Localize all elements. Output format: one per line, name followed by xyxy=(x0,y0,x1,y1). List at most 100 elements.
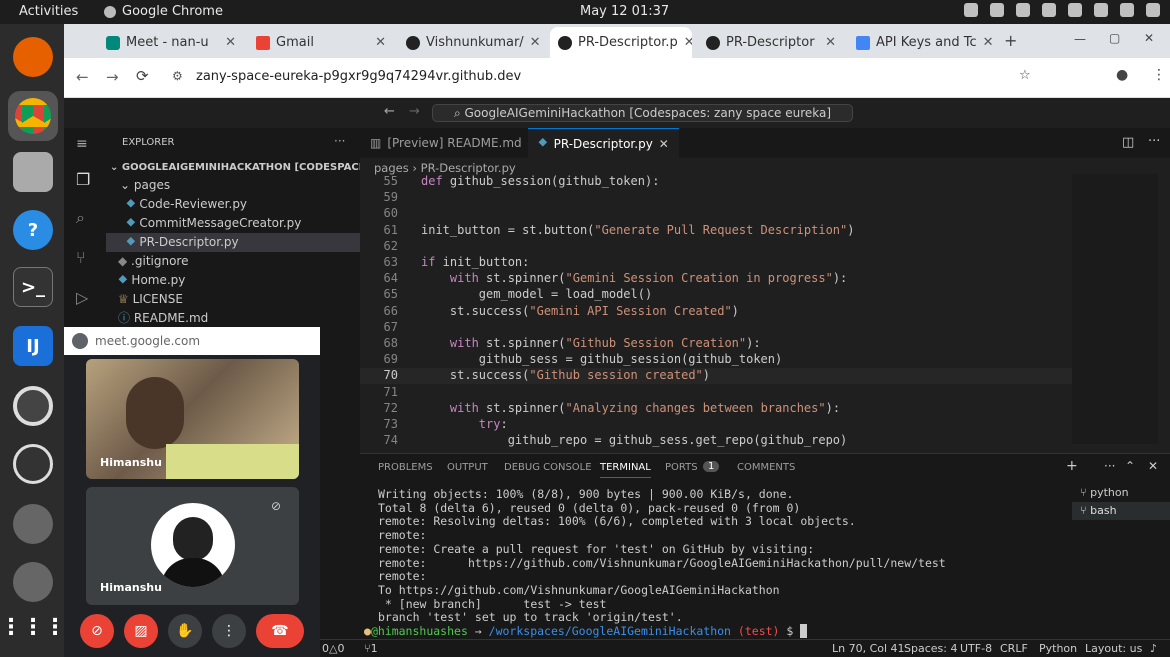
panel-tab-ports[interactable]: PORTS xyxy=(665,462,698,473)
code-line[interactable]: 66 st.success("Gemini API Session Create… xyxy=(360,304,1080,320)
code-line[interactable]: 61 init_button = st.button("Generate Pull… xyxy=(360,223,1080,239)
maximize-icon[interactable]: ▢ xyxy=(1109,31,1120,45)
site-info-icon[interactable]: ⚙ xyxy=(172,69,183,83)
nav-back-icon[interactable]: ← xyxy=(384,104,395,119)
screen-icon[interactable] xyxy=(1016,3,1030,17)
intellij-icon[interactable]: IJ xyxy=(13,326,53,366)
minimap[interactable] xyxy=(1072,174,1158,444)
participant-video-tile[interactable]: Himanshu xyxy=(86,359,299,479)
more-options-button[interactable]: ⋮ xyxy=(212,614,246,648)
maximize-panel-icon[interactable]: ⌃ xyxy=(1125,459,1135,473)
code-line[interactable]: 59 xyxy=(360,190,1080,206)
panel-tab-output[interactable]: OUTPUT xyxy=(447,462,488,473)
camera-toggle-button[interactable]: ▨ xyxy=(124,614,158,648)
reload-icon[interactable]: ⟳ xyxy=(136,67,149,85)
menu-icon[interactable]: ⋮ xyxy=(1152,67,1166,83)
code-line[interactable]: 64 with st.spinner("Gemini Session Creat… xyxy=(360,271,1080,287)
raise-hand-button[interactable]: ✋ xyxy=(168,614,202,648)
power-icon[interactable] xyxy=(1146,3,1160,17)
problems-status[interactable]: 0△0 xyxy=(322,642,344,655)
mic-toggle-button[interactable]: ⊘ xyxy=(80,614,114,648)
wifi-icon[interactable] xyxy=(1042,3,1056,17)
close-icon[interactable]: ✕ xyxy=(659,137,669,151)
source-control-icon[interactable]: ⑂ xyxy=(76,248,86,267)
new-terminal-icon[interactable]: + xyxy=(1066,458,1078,474)
nav-forward-icon[interactable]: → xyxy=(409,104,420,119)
close-panel-icon[interactable]: ✕ xyxy=(1148,459,1158,473)
browser-tab[interactable]: PR-Descriptor.p ✕ xyxy=(550,27,692,58)
firefox-icon[interactable] xyxy=(13,37,53,77)
clock[interactable]: May 12 01:37 xyxy=(580,4,669,19)
panel-tab-debug-console[interactable]: DEBUG CONSOLE xyxy=(504,462,592,473)
back-icon[interactable]: ← xyxy=(76,68,89,86)
browser-tab[interactable]: Gmail ✕ xyxy=(248,27,394,58)
chrome-dock-item[interactable] xyxy=(8,91,58,141)
cursor-position[interactable]: Ln 70, Col 41 xyxy=(832,642,905,655)
tree-file[interactable]: ⯁ Home.py xyxy=(106,271,360,290)
browser-tab[interactable]: Vishnunkumar/✕ xyxy=(398,27,548,58)
browser-tab[interactable]: PR-Descriptor ✕ xyxy=(698,27,844,58)
obs-icon[interactable] xyxy=(13,444,53,484)
close-icon[interactable]: ✕ xyxy=(825,35,836,50)
files-icon[interactable] xyxy=(13,152,53,192)
battery-icon[interactable] xyxy=(1120,3,1134,17)
forward-icon[interactable]: → xyxy=(106,68,119,86)
app-grid-icon[interactable]: ⋮⋮⋮ xyxy=(0,607,66,647)
code-line[interactable]: 74 github_repo = github_sess.get_repo(gi… xyxy=(360,433,1080,449)
leave-call-button[interactable]: ☎ xyxy=(256,614,304,648)
more-icon[interactable]: ··· xyxy=(1104,459,1115,473)
tree-file[interactable]: ⯁ CommitMessageCreator.py xyxy=(106,214,360,233)
language-mode[interactable]: Python xyxy=(1039,642,1077,655)
browser-tab[interactable]: API Keys and Tc ✕ xyxy=(848,27,998,58)
code-line[interactable]: 71 xyxy=(360,385,1080,401)
encoding[interactable]: UTF-8 xyxy=(960,642,992,655)
code-line[interactable]: 69 github_sess = github_session(github_t… xyxy=(360,352,1080,368)
explorer-icon[interactable]: ❐ xyxy=(76,170,90,189)
line-ending[interactable]: CRLF xyxy=(1000,642,1028,655)
code-line[interactable]: 65 gem_model = load_model() xyxy=(360,287,1080,303)
code-line[interactable]: 68 with st.spinner("Github Session Creat… xyxy=(360,336,1080,352)
command-center[interactable]: ⌕ GoogleAIGeminiHackathon [Codespaces: z… xyxy=(432,104,853,122)
close-icon[interactable]: ✕ xyxy=(225,35,236,50)
terminal-session[interactable]: ⑂ bash xyxy=(1072,502,1170,520)
code-line[interactable]: 67 xyxy=(360,320,1080,336)
panel-tab-terminal[interactable]: TERMINAL xyxy=(600,462,651,478)
ports-status[interactable]: ⑂1 xyxy=(364,642,378,655)
code-line[interactable]: 55 def github_session(github_token): xyxy=(360,174,1080,190)
address-bar[interactable]: zany-space-eureka-p9gxr9g9q74294vr.githu… xyxy=(196,69,521,84)
new-tab-icon[interactable]: + xyxy=(1004,31,1017,50)
keyboard-layout[interactable]: Layout: us xyxy=(1085,642,1142,655)
panel-tab-problems[interactable]: PROBLEMS xyxy=(378,462,433,473)
bookmark-icon[interactable]: ☆ xyxy=(1019,68,1031,83)
indentation[interactable]: Spaces: 4 xyxy=(904,642,957,655)
tree-file[interactable]: ⓘ README.md xyxy=(106,309,360,328)
help-icon[interactable]: ? xyxy=(13,210,53,250)
search-icon[interactable]: ⌕ xyxy=(76,208,85,228)
close-icon[interactable]: ✕ xyxy=(684,35,692,50)
volume-icon[interactable] xyxy=(1068,3,1082,17)
close-icon[interactable]: ✕ xyxy=(530,35,541,50)
tree-file[interactable]: ◆ .gitignore xyxy=(106,252,360,271)
code-line[interactable]: 60 xyxy=(360,206,1080,222)
system-tray[interactable] xyxy=(964,3,1160,17)
code-line[interactable]: 62 xyxy=(360,239,1080,255)
settings-icon[interactable] xyxy=(13,386,53,426)
code-line[interactable]: 70 st.success("Github session created") xyxy=(360,368,1080,385)
more-icon[interactable]: ··· xyxy=(334,134,345,148)
code-line[interactable]: 72 with st.spinner("Analyzing changes be… xyxy=(360,401,1080,417)
split-editor-icon[interactable]: ◫ xyxy=(1122,135,1134,150)
tree-file[interactable]: ⯁ Code-Reviewer.py xyxy=(106,195,360,214)
disk-icon[interactable] xyxy=(13,562,53,602)
terminal-prompt[interactable]: ●@himanshuashes → /workspaces/GoogleAIGe… xyxy=(364,624,808,638)
run-debug-icon[interactable]: ▷ xyxy=(76,288,88,307)
minimize-icon[interactable]: — xyxy=(1074,32,1086,46)
close-window-icon[interactable]: ✕ xyxy=(1144,31,1154,45)
code-line[interactable]: 63 if init_button: xyxy=(360,255,1080,271)
notifications-icon[interactable]: ♪ xyxy=(1150,642,1157,655)
participant-avatar-tile[interactable]: ⊘ Himanshu xyxy=(86,487,299,605)
tree-file[interactable]: ♕ LICENSE xyxy=(106,290,360,309)
activities-button[interactable]: Activities xyxy=(19,4,78,19)
shield-icon[interactable] xyxy=(990,3,1004,17)
more-icon[interactable]: ··· xyxy=(1148,134,1160,149)
network-icon[interactable] xyxy=(964,3,978,17)
